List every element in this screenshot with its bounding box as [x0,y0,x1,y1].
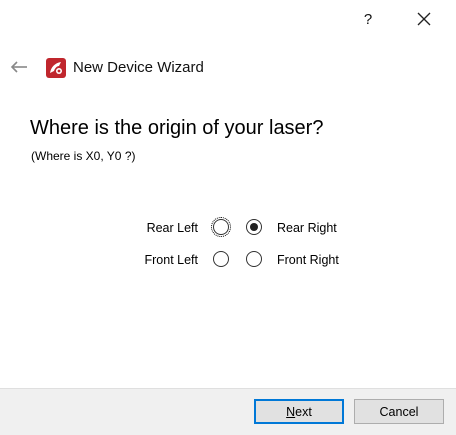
page-question: Where is the origin of your laser? [30,117,324,139]
rear-left-label[interactable]: Rear Left [147,220,198,236]
rear-right-label[interactable]: Rear Right [277,220,337,236]
front-right-label[interactable]: Front Right [277,252,339,268]
app-logo-icon [46,58,66,78]
front-left-label[interactable]: Front Left [145,252,199,268]
front-right-radio[interactable] [246,251,262,267]
help-button[interactable]: ? [354,6,382,32]
next-button[interactable]: Next [254,399,344,424]
back-arrow-icon [10,61,27,73]
close-icon [417,12,431,26]
wizard-window: ? New Device Wizard Where is the origin … [0,0,456,435]
page-subquestion: (Where is X0, Y0 ?) [31,149,136,163]
rear-left-radio[interactable] [211,217,231,237]
back-button[interactable] [8,57,30,77]
next-label: ext [295,404,312,419]
radio-selected-dot [250,223,258,231]
button-bar: Next Cancel [0,388,456,435]
help-label: ? [363,10,373,28]
cancel-button[interactable]: Cancel [354,399,444,424]
next-mnemonic: N [286,404,296,419]
wizard-title: New Device Wizard [73,59,204,76]
close-button[interactable] [410,6,438,32]
cancel-label: Cancel [379,404,419,419]
front-left-radio[interactable] [213,251,229,267]
rear-right-radio[interactable] [246,219,262,235]
